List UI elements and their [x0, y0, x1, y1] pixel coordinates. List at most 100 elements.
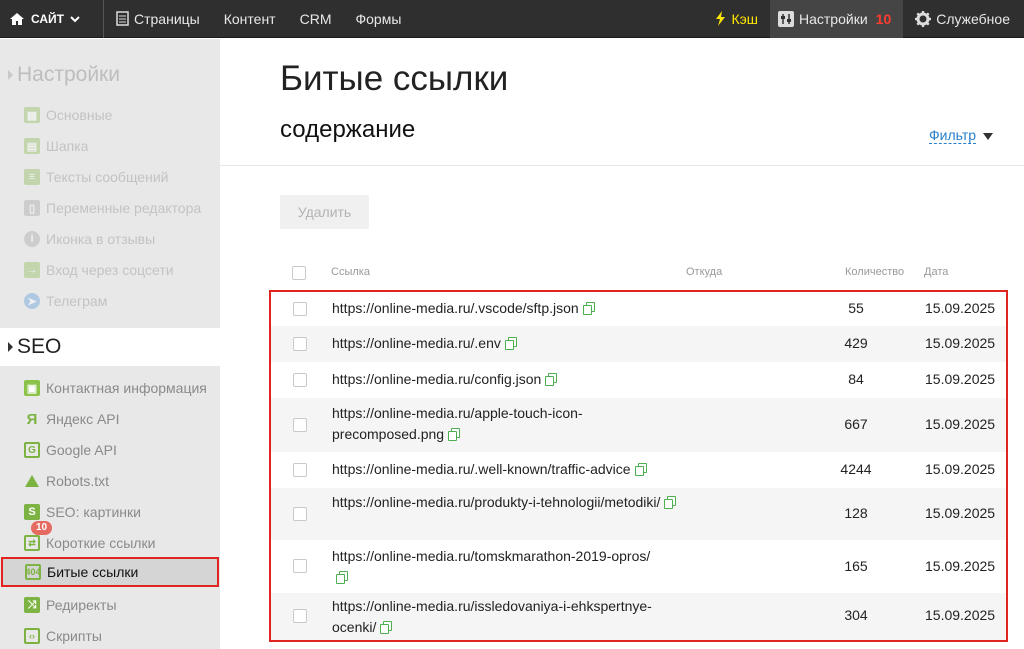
- sidebar-item-label: Иконка в отзывы: [46, 231, 156, 247]
- sidebar-heading-settings-label: Настройки: [17, 63, 120, 86]
- row-link-text[interactable]: https://online-media.ru/.well-known/traf…: [332, 461, 631, 477]
- table-row: https://online-media.ru/apple-touch-icon…: [271, 398, 1006, 452]
- sidebar-item-review-icon[interactable]: i Иконка в отзывы: [0, 224, 220, 254]
- nav-content-label: Контент: [223, 10, 276, 27]
- row-link-text[interactable]: https://online-media.ru/config.json: [332, 371, 541, 387]
- sidebar-item-label: Тексты сообщений: [46, 169, 169, 185]
- sidebar-item-header[interactable]: ▤ Шапка: [0, 131, 220, 161]
- filter-dropdown-icon[interactable]: [983, 133, 993, 140]
- copy-icon[interactable]: [634, 463, 647, 476]
- settings-button[interactable]: Настройки 10: [770, 0, 904, 38]
- table-row: https://online-media.ru/.well-known/traf…: [271, 452, 1006, 488]
- top-bar: САЙТ Страницы Контент CRM Формы Кэш Наст…: [0, 0, 1024, 38]
- nav-crm-label: CRM: [299, 10, 332, 27]
- row-link: https://online-media.ru/tomskmarathon-20…: [332, 546, 657, 588]
- sidebar-item-redirects[interactable]: ⤨ Редиректы: [0, 590, 220, 620]
- sidebar-item-label: Редиректы: [46, 597, 117, 613]
- main-content: Битые ссылки содержание Фильтр Удалить С…: [220, 39, 1024, 649]
- copy-icon[interactable]: [380, 621, 393, 634]
- column-source[interactable]: Откуда: [686, 266, 722, 278]
- sidebar-item-label: Скрипты: [46, 628, 102, 644]
- lightning-icon: [716, 11, 726, 26]
- nav-pages[interactable]: Страницы: [104, 0, 212, 38]
- sidebar-item-social-login[interactable]: → Вход через соцсети: [0, 255, 220, 285]
- sidebar-item-label: Вход через соцсети: [46, 262, 174, 278]
- nav-crm[interactable]: CRM: [288, 0, 344, 38]
- row-date: 15.09.2025: [925, 607, 996, 623]
- service-button[interactable]: Служебное: [903, 0, 1024, 38]
- sidebar-item-telegram[interactable]: ➤ Телеграм: [0, 286, 220, 316]
- row-link-text[interactable]: https://online-media.ru/.vscode/sftp.jso…: [332, 300, 579, 316]
- row-checkbox[interactable]: [293, 463, 307, 477]
- row-link-text[interactable]: https://online-media.ru/.env: [332, 335, 501, 351]
- row-link: https://online-media.ru/.vscode/sftp.jso…: [332, 298, 672, 319]
- cache-button[interactable]: Кэш: [703, 0, 770, 38]
- row-link-text[interactable]: https://online-media.ru/produkty-i-tehno…: [332, 494, 660, 510]
- sidebar-item-broken-links[interactable]: 404 Битые ссылки: [1, 557, 219, 587]
- copy-icon[interactable]: [582, 302, 595, 315]
- row-checkbox[interactable]: [293, 559, 307, 573]
- row-date: 15.09.2025: [925, 371, 996, 387]
- row-checkbox[interactable]: [293, 507, 307, 521]
- column-date[interactable]: Дата: [924, 266, 948, 278]
- sidebar-item-label: Google API: [46, 442, 117, 458]
- row-count: 128: [844, 505, 868, 521]
- row-date: 15.09.2025: [925, 300, 996, 316]
- row-checkbox[interactable]: [293, 373, 307, 387]
- site-menu[interactable]: САЙТ: [0, 0, 104, 38]
- sidebar-item-editor-vars[interactable]: ▯ Переменные редактора: [0, 193, 220, 223]
- sidebar-item-robots[interactable]: Robots.txt: [0, 466, 220, 496]
- sidebar-item-messages[interactable]: ≡ Тексты сообщений: [0, 162, 220, 192]
- row-count: 55: [848, 300, 864, 316]
- row-checkbox[interactable]: [293, 302, 307, 316]
- sidebar-item-short-links[interactable]: ⇄ Короткие ссылки 10: [0, 521, 220, 558]
- expand-triangle-icon: [8, 70, 13, 80]
- sidebar-item-label: Шапка: [46, 138, 89, 154]
- select-all-checkbox[interactable]: [292, 266, 306, 280]
- sidebar-item-contacts[interactable]: ▣ Контактная информация: [0, 373, 220, 403]
- row-date: 15.09.2025: [925, 416, 996, 432]
- expand-triangle-icon: [8, 342, 13, 352]
- messages-icon: ≡: [24, 169, 40, 185]
- sidebar-heading-settings[interactable]: Настройки: [0, 56, 220, 94]
- gear-icon: [915, 10, 932, 27]
- copy-icon[interactable]: [448, 428, 461, 441]
- google-icon: G: [24, 442, 40, 458]
- row-checkbox[interactable]: [293, 337, 307, 351]
- nav-forms-label: Формы: [355, 10, 402, 27]
- copy-icon[interactable]: [504, 337, 517, 350]
- row-date: 15.09.2025: [925, 505, 996, 521]
- copy-icon[interactable]: [336, 571, 348, 584]
- service-label: Служебное: [936, 10, 1010, 27]
- sidebar-item-main[interactable]: ▦ Основные: [0, 100, 220, 130]
- page-title: Битые ссылки: [280, 59, 509, 98]
- sidebar-heading-seo[interactable]: SEO: [0, 328, 220, 366]
- delete-button[interactable]: Удалить: [280, 195, 369, 229]
- chevron-down-icon: [70, 15, 80, 22]
- filter-link[interactable]: Фильтр: [929, 127, 977, 144]
- row-date: 15.09.2025: [925, 558, 996, 574]
- sidebar-item-google-api[interactable]: G Google API: [0, 435, 220, 465]
- column-link[interactable]: Ссылка: [331, 266, 370, 278]
- sidebar-item-scripts[interactable]: ‹› Скрипты: [0, 621, 220, 649]
- table-row: https://online-media.ru/config.json 84 1…: [271, 362, 1006, 398]
- row-checkbox[interactable]: [293, 609, 307, 623]
- table-row: https://online-media.ru/tomskmarathon-20…: [271, 540, 1006, 593]
- row-checkbox[interactable]: [293, 418, 307, 432]
- copy-icon[interactable]: [545, 373, 558, 386]
- row-date: 15.09.2025: [925, 461, 996, 477]
- robots-icon: [24, 473, 40, 489]
- sidebar-item-label: Яндекс API: [46, 411, 120, 427]
- contacts-icon: ▣: [24, 380, 40, 396]
- site-label: САЙТ: [31, 11, 64, 26]
- row-link-text[interactable]: https://online-media.ru/tomskmarathon-20…: [332, 548, 650, 564]
- sliders-icon: [778, 10, 794, 27]
- page-icon: [116, 11, 129, 26]
- nav-content[interactable]: Контент: [212, 0, 288, 38]
- sidebar-item-yandex-api[interactable]: Я Яндекс API: [0, 404, 220, 434]
- column-count[interactable]: Количество: [845, 266, 904, 278]
- copy-icon[interactable]: [664, 496, 677, 509]
- nav-forms[interactable]: Формы: [343, 0, 413, 38]
- info-icon: i: [24, 231, 40, 247]
- short-links-badge: 10: [31, 521, 53, 535]
